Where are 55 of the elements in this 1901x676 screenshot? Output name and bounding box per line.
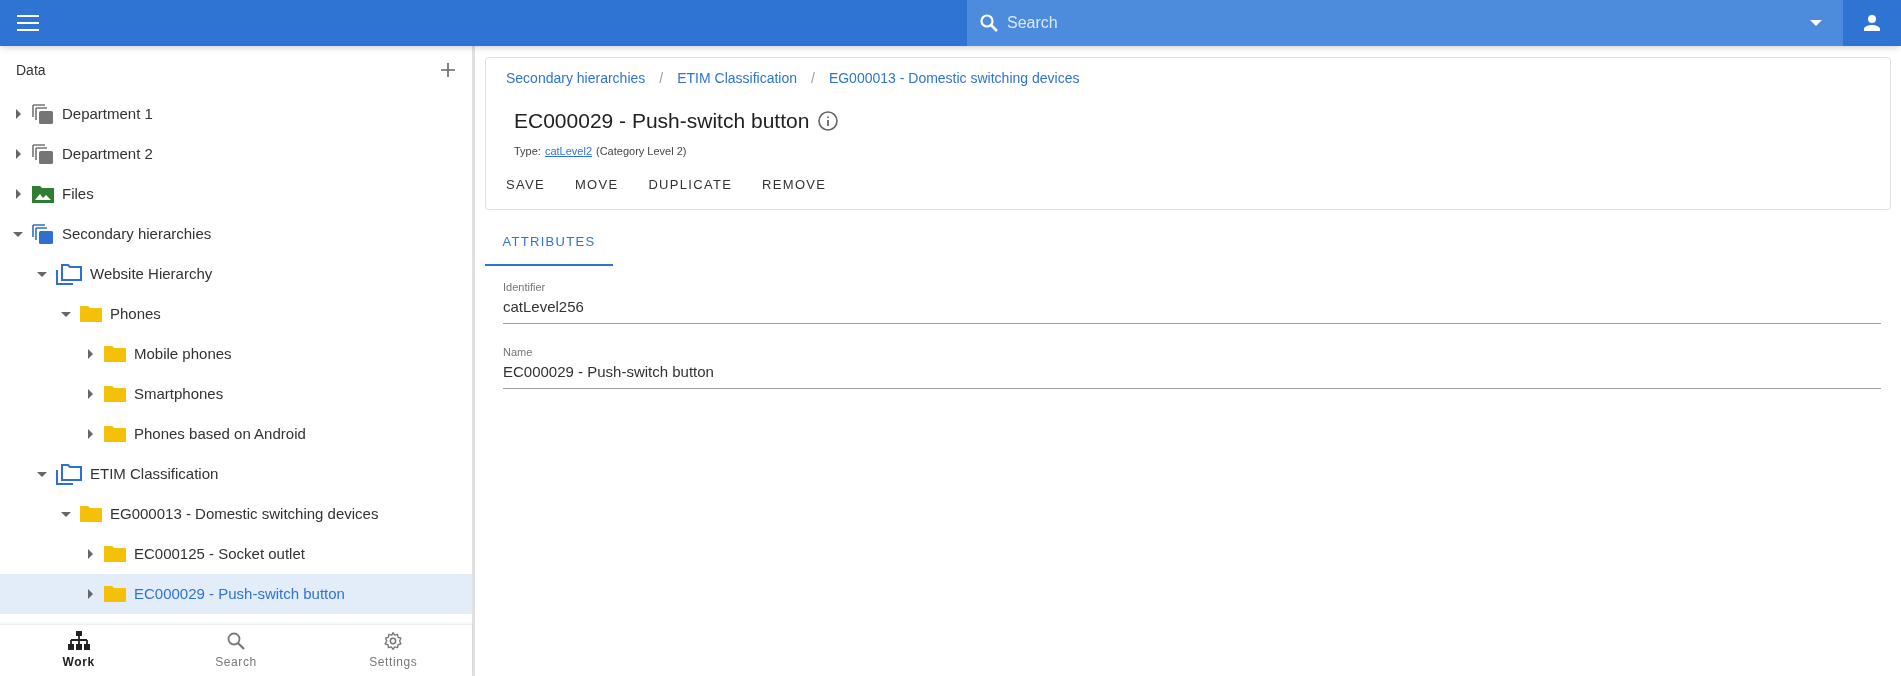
tree-item-label: Website Hierarchy: [90, 263, 213, 284]
breadcrumb-link[interactable]: EG000013 - Domestic switching devices: [828, 68, 1080, 89]
tree-item-label: EG000013 - Domestic switching devices: [110, 503, 379, 524]
type-link[interactable]: catLevel2: [544, 142, 592, 159]
dropdown-caret-icon[interactable]: [1809, 19, 1823, 27]
text-field[interactable]: Name EC000029 - Push-switch button: [503, 337, 1881, 389]
search-field[interactable]: Search: [967, 0, 1843, 46]
bottom-nav-tab[interactable]: Work: [0, 625, 158, 676]
search-icon: [226, 630, 246, 651]
tree-item[interactable]: Files: [0, 174, 472, 214]
tree-item[interactable]: EG000013 - Domestic switching devices: [0, 494, 472, 534]
breadcrumb-separator: /: [811, 69, 815, 88]
tree-item[interactable]: Website Hierarchy: [0, 254, 472, 294]
panel-title: Data: [16, 60, 46, 80]
settings-icon: [383, 630, 404, 651]
tree-item-label: Phones: [110, 303, 161, 324]
tree-item[interactable]: Smartphones: [0, 374, 472, 414]
search-input[interactable]: Search: [1007, 11, 1801, 35]
tree-item[interactable]: Mobile phones: [0, 334, 472, 374]
tree-item[interactable]: Department 1: [0, 94, 472, 134]
action-button[interactable]: DUPLICATE: [640, 169, 741, 201]
type-note: (Category Level 2): [596, 143, 687, 159]
bottom-nav-tab[interactable]: Settings: [314, 625, 472, 676]
tree-item[interactable]: Phones based on Android: [0, 414, 472, 454]
breadcrumb-separator: /: [659, 69, 664, 88]
page-title: EC000029 - Push-switch button: [514, 108, 810, 134]
tree-item[interactable]: EC000029 - Push-switch button: [0, 574, 472, 614]
tree-item-label: Smartphones: [134, 383, 224, 404]
search-icon: [979, 13, 999, 33]
tree-item[interactable]: ETIM Classification: [0, 454, 472, 494]
tree-item-label: Department 2: [62, 143, 153, 164]
info-icon[interactable]: [817, 109, 840, 132]
tree-item-label: Phones based on Android: [134, 423, 306, 444]
action-button[interactable]: MOVE: [566, 169, 627, 201]
tree-item-label: EC000125 - Socket outlet: [134, 543, 305, 564]
tree-item[interactable]: Secondary hierarchies: [0, 214, 472, 254]
tab[interactable]: ATTRIBUTES: [485, 219, 613, 266]
tree-item-label: Mobile phones: [134, 343, 232, 364]
add-icon[interactable]: [440, 62, 456, 78]
breadcrumb-link[interactable]: Secondary hierarchies: [506, 68, 646, 89]
tree-item[interactable]: Department 2: [0, 134, 472, 174]
tree-item-label: Files: [62, 183, 94, 204]
type-label: Type:: [514, 143, 541, 159]
tree-item[interactable]: Phones: [0, 294, 472, 334]
text-field[interactable]: Identifier catLevel256: [503, 272, 1881, 324]
tree-item[interactable]: EC000125 - Socket outlet: [0, 534, 472, 574]
tree-item-label: Secondary hierarchies: [62, 223, 212, 244]
tree-item-label: Department 1: [62, 103, 153, 124]
sitemap-icon: [67, 630, 90, 651]
breadcrumb-link[interactable]: ETIM Classification: [677, 68, 797, 89]
action-button[interactable]: SAVE: [498, 169, 553, 201]
bottom-nav-tab[interactable]: Search: [157, 625, 315, 676]
tree-item-label: ETIM Classification: [90, 463, 219, 484]
tree-item-label: EC000029 - Push-switch button: [134, 583, 345, 604]
action-button[interactable]: REMOVE: [754, 169, 835, 201]
